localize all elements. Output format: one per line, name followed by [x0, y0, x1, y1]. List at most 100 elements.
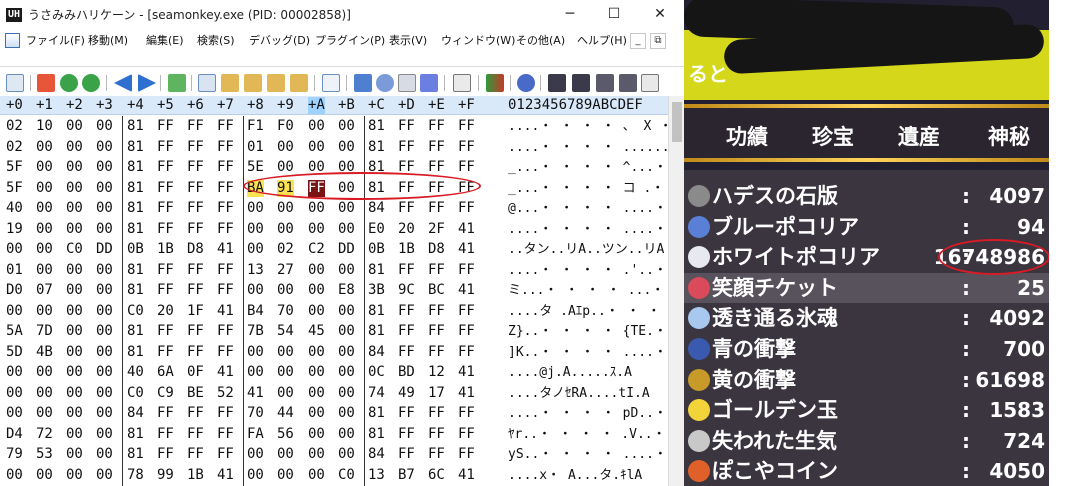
hex-row[interactable]: 79 53 00 00 81 FF FF FF 00 00 00 00 84 FF FF FF yS..・ ・ … — [0, 444, 684, 465]
hex-byte[interactable]: FF — [428, 446, 445, 463]
tab-mystery[interactable]: 神秘 — [988, 124, 1030, 150]
hex-byte[interactable]: 00 — [36, 364, 53, 381]
hex-byte[interactable]: C2 — [308, 241, 325, 258]
hex-byte[interactable]: 41 — [217, 364, 234, 381]
hex-byte[interactable]: E0 — [368, 221, 385, 238]
hex-byte[interactable]: 1F — [187, 303, 204, 320]
ascii-text[interactable]: ....・ ・ ・ ・ pD..・ ・ ・ — [508, 405, 684, 422]
hex-byte[interactable]: D0 — [6, 282, 23, 299]
hex-row[interactable]: 00 00 C0 DD 0B 1B D8 41 00 02 C2 DD 0B 1B D8 41 ..タン..リA… — [0, 239, 668, 260]
hex-byte[interactable]: 84 — [368, 200, 385, 217]
hex-byte[interactable]: FF — [398, 405, 415, 422]
hex-byte[interactable]: 00 — [66, 344, 83, 361]
hex-byte[interactable]: 00 — [308, 200, 325, 217]
hex-byte[interactable]: 78 — [127, 467, 144, 484]
hex-byte[interactable]: FF — [157, 200, 174, 217]
hex-row[interactable]: 01 00 00 00 81 FF FF FF 13 27 00 00 81 FF FF FF ....・ ・ … — [0, 260, 684, 281]
hex-byte[interactable]: 81 — [127, 200, 144, 217]
hex-byte[interactable]: FF — [187, 221, 204, 238]
hex-byte[interactable]: 00 — [277, 385, 294, 402]
hex-byte[interactable]: FF — [187, 282, 204, 299]
hex-byte[interactable]: C0 — [127, 385, 144, 402]
hex-byte[interactable]: FF — [217, 446, 234, 463]
hex-byte[interactable]: 00 — [277, 282, 294, 299]
hex-byte[interactable]: 00 — [96, 405, 113, 422]
item-row[interactable]: 青の衝撃: 700 — [684, 334, 1049, 364]
hex-byte[interactable]: FF — [398, 303, 415, 320]
hex-byte[interactable]: 84 — [368, 344, 385, 361]
hex-byte[interactable]: 00 — [247, 241, 264, 258]
hex-byte[interactable]: 00 — [308, 221, 325, 238]
hex-row[interactable]: 00 00 00 00 C0 C9 BE 52 41 00 00 00 74 49 17 41 ....タノｾR… — [0, 383, 668, 404]
hex-byte[interactable]: 01 — [247, 139, 264, 156]
hex-byte[interactable]: FF — [458, 323, 475, 340]
ascii-text[interactable]: ....タノｾRA....tI.A — [508, 385, 650, 402]
hex-byte[interactable]: 00 — [247, 221, 264, 238]
hex-byte[interactable]: 00 — [36, 262, 53, 279]
hex-byte[interactable]: 4B — [36, 344, 53, 361]
hex-byte[interactable]: 00 — [247, 282, 264, 299]
hex-byte[interactable]: F0 — [277, 118, 294, 135]
hex-byte[interactable]: 81 — [127, 344, 144, 361]
hex-byte[interactable]: 0F — [187, 364, 204, 381]
menu-edit[interactable]: 編集(E) — [146, 33, 184, 49]
hex-byte[interactable]: F1 — [247, 118, 264, 135]
hex-byte[interactable]: BD — [398, 364, 415, 381]
hex-byte[interactable]: 41 — [458, 364, 475, 381]
hex-byte[interactable]: 41 — [217, 303, 234, 320]
hex-row[interactable]: 02 10 00 00 81 FF FF FF F1 F0 00 00 81 FF FF FF ....・ ・ … — [0, 116, 684, 137]
hex-byte[interactable]: 20 — [398, 221, 415, 238]
minimize-button[interactable]: ─ — [560, 4, 580, 24]
hex-byte[interactable]: 00 — [96, 344, 113, 361]
calculator-icon[interactable] — [453, 74, 471, 92]
paste-hex-icon[interactable] — [290, 74, 308, 92]
hex-byte[interactable]: 00 — [6, 405, 23, 422]
hex-byte[interactable]: 00 — [6, 385, 23, 402]
binoculars-next-icon[interactable] — [572, 74, 590, 92]
hex-byte[interactable]: 00 — [36, 221, 53, 238]
hex-byte[interactable]: 00 — [338, 139, 355, 156]
hex-byte[interactable]: FF — [428, 159, 445, 176]
menu-help[interactable]: ヘルプ(H) — [577, 33, 627, 49]
binoculars-icon[interactable] — [548, 74, 566, 92]
hex-byte[interactable]: 00 — [96, 364, 113, 381]
hex-byte[interactable]: 5F — [6, 159, 23, 176]
hex-byte[interactable]: D4 — [6, 426, 23, 443]
hex-byte[interactable]: 00 — [247, 446, 264, 463]
hex-byte[interactable]: FF — [157, 323, 174, 340]
back-icon[interactable] — [60, 74, 78, 92]
vertical-scrollbar[interactable] — [668, 96, 684, 486]
hex-byte[interactable]: FF — [187, 159, 204, 176]
hex-byte[interactable]: 79 — [6, 446, 23, 463]
hex-byte[interactable]: 00 — [66, 467, 83, 484]
hex-byte[interactable]: C9 — [157, 385, 174, 402]
hex-byte[interactable]: 00 — [36, 139, 53, 156]
hex-byte[interactable]: FF — [187, 262, 204, 279]
hex-byte[interactable]: 00 — [66, 323, 83, 340]
hex-byte[interactable]: FF — [217, 180, 234, 197]
hex-byte[interactable]: 00 — [247, 364, 264, 381]
hex-byte[interactable]: 52 — [217, 385, 234, 402]
hex-row[interactable]: 00 00 00 00 78 99 1B 41 00 00 00 C0 13 B7 6C 41 ....x・ A… — [0, 465, 668, 486]
item-row[interactable]: 透き通る氷魂:4092 — [684, 303, 1049, 333]
find-text-icon[interactable] — [619, 74, 637, 92]
hex-byte[interactable]: 41 — [458, 282, 475, 299]
hex-byte[interactable]: 00 — [66, 118, 83, 135]
item-row[interactable]: 黄の衝撃:61698 — [684, 365, 1049, 395]
ascii-text[interactable]: Z}..・ ・ ・ ・ {TE.・ ・ ・ — [508, 323, 684, 340]
hex-byte[interactable]: FA — [247, 426, 264, 443]
hex-row[interactable]: 5D 4B 00 00 81 FF FF FF 00 00 00 00 84 FF FF FF]K..・ ・ … — [0, 342, 684, 363]
hex-byte[interactable]: 5F — [6, 180, 23, 197]
tab-achievements[interactable]: 功績 — [726, 124, 768, 150]
hex-byte[interactable]: 7B — [247, 323, 264, 340]
hex-dump[interactable]: 02 10 00 00 81 FF FF FF F1 F0 00 00 81 FF FF FF ....・ ・ … — [0, 116, 684, 486]
hex-byte[interactable]: 00 — [66, 139, 83, 156]
hex-byte[interactable]: 00 — [308, 344, 325, 361]
hex-byte[interactable]: FF — [217, 426, 234, 443]
hex-byte[interactable]: 07 — [36, 282, 53, 299]
hex-byte[interactable]: 81 — [368, 139, 385, 156]
hex-byte[interactable]: FF — [157, 180, 174, 197]
hex-byte[interactable]: 70 — [247, 405, 264, 422]
hex-byte[interactable]: 00 — [277, 446, 294, 463]
code-icon[interactable] — [398, 74, 416, 92]
